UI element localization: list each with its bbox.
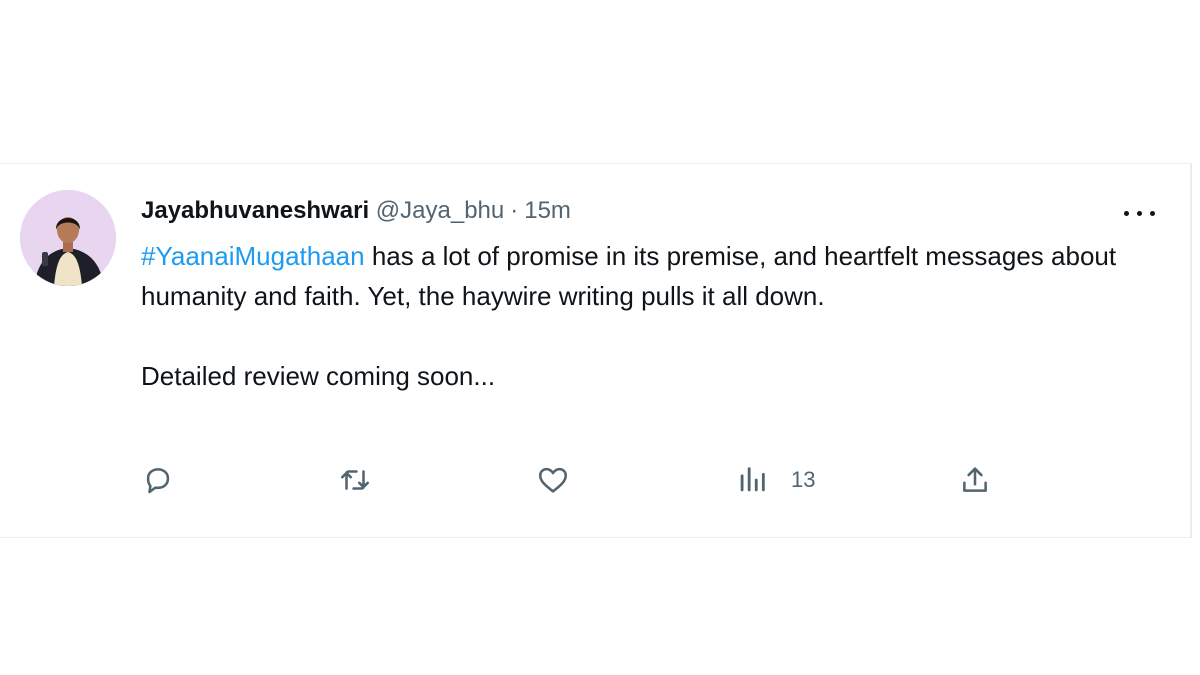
tweet-text: #YaanaiMugathaan has a lot of promise in… (141, 236, 1141, 396)
retweet-button[interactable] (338, 460, 372, 500)
more-icon (1150, 211, 1155, 216)
more-icon (1124, 211, 1129, 216)
hashtag-link[interactable]: #YaanaiMugathaan (141, 241, 365, 271)
author-handle[interactable]: @Jaya_bhu (376, 197, 504, 224)
share-icon (963, 467, 987, 492)
like-icon (538, 467, 568, 493)
tweet-header: Jayabhuvaneshwari @Jaya_bhu · 15m (141, 196, 571, 226)
tweet-card[interactable]: Jayabhuvaneshwari @Jaya_bhu · 15m #YaanaiM… (0, 163, 1192, 538)
more-icon (1137, 211, 1142, 216)
action-bar: 13 (0, 460, 1192, 500)
share-button[interactable] (958, 460, 992, 500)
views-icon (740, 467, 765, 492)
reply-button[interactable] (141, 460, 175, 500)
like-button[interactable] (536, 460, 570, 500)
reply-icon (146, 468, 170, 494)
more-options-button[interactable] (1120, 204, 1160, 224)
author-name[interactable]: Jayabhuvaneshwari (141, 197, 369, 224)
timestamp[interactable]: 15m (524, 197, 571, 224)
tweet-paragraph-second: Detailed review coming soon... (141, 361, 496, 391)
tweet-paragraph: #YaanaiMugathaan has a lot of promise in… (141, 236, 1141, 316)
retweet-icon (340, 470, 370, 490)
views-button[interactable]: 13 (735, 460, 815, 500)
avatar-photo (20, 190, 116, 286)
avatar[interactable] (20, 190, 116, 286)
separator-dot: · (510, 197, 519, 224)
views-count: 13 (791, 467, 816, 492)
